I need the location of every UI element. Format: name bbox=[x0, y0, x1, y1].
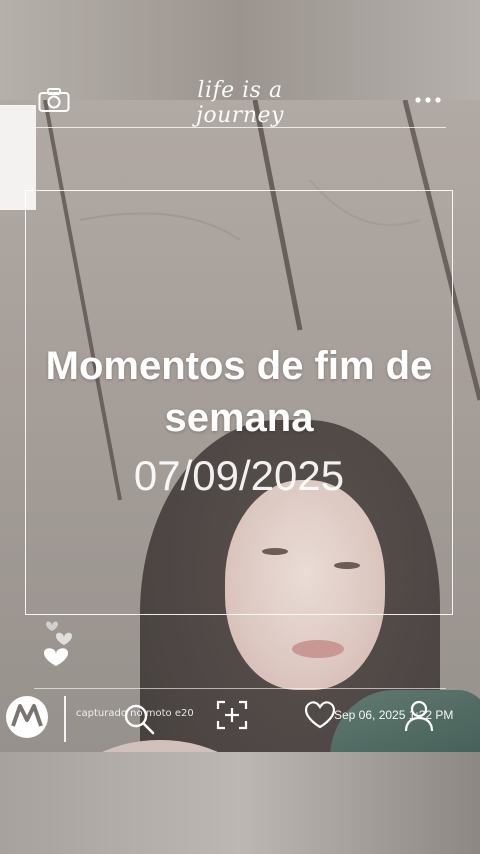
watermark-caption: capturado no moto e20 bbox=[76, 708, 194, 719]
watermark-timestamp: Sep 06, 2025 1:22 PM bbox=[334, 708, 454, 722]
story-canvas: life is a journey Momentos de fim de sem… bbox=[0, 0, 480, 854]
add-frame-icon[interactable] bbox=[216, 700, 248, 730]
tagline: life is a journey bbox=[196, 78, 284, 128]
camera-icon[interactable] bbox=[38, 87, 70, 113]
more-dots-icon[interactable] bbox=[414, 90, 442, 110]
heart-icon[interactable] bbox=[304, 700, 336, 730]
toolbar-divider bbox=[34, 688, 446, 689]
motorola-logo bbox=[6, 696, 48, 738]
blurred-background-bottom bbox=[0, 752, 480, 854]
hearts-icon bbox=[44, 621, 72, 666]
header-divider bbox=[34, 127, 446, 128]
overlay-date: 07/09/2025 bbox=[133, 452, 345, 499]
overlay-title: Momentos de fim de semana bbox=[45, 344, 433, 440]
watermark-divider bbox=[64, 696, 66, 742]
